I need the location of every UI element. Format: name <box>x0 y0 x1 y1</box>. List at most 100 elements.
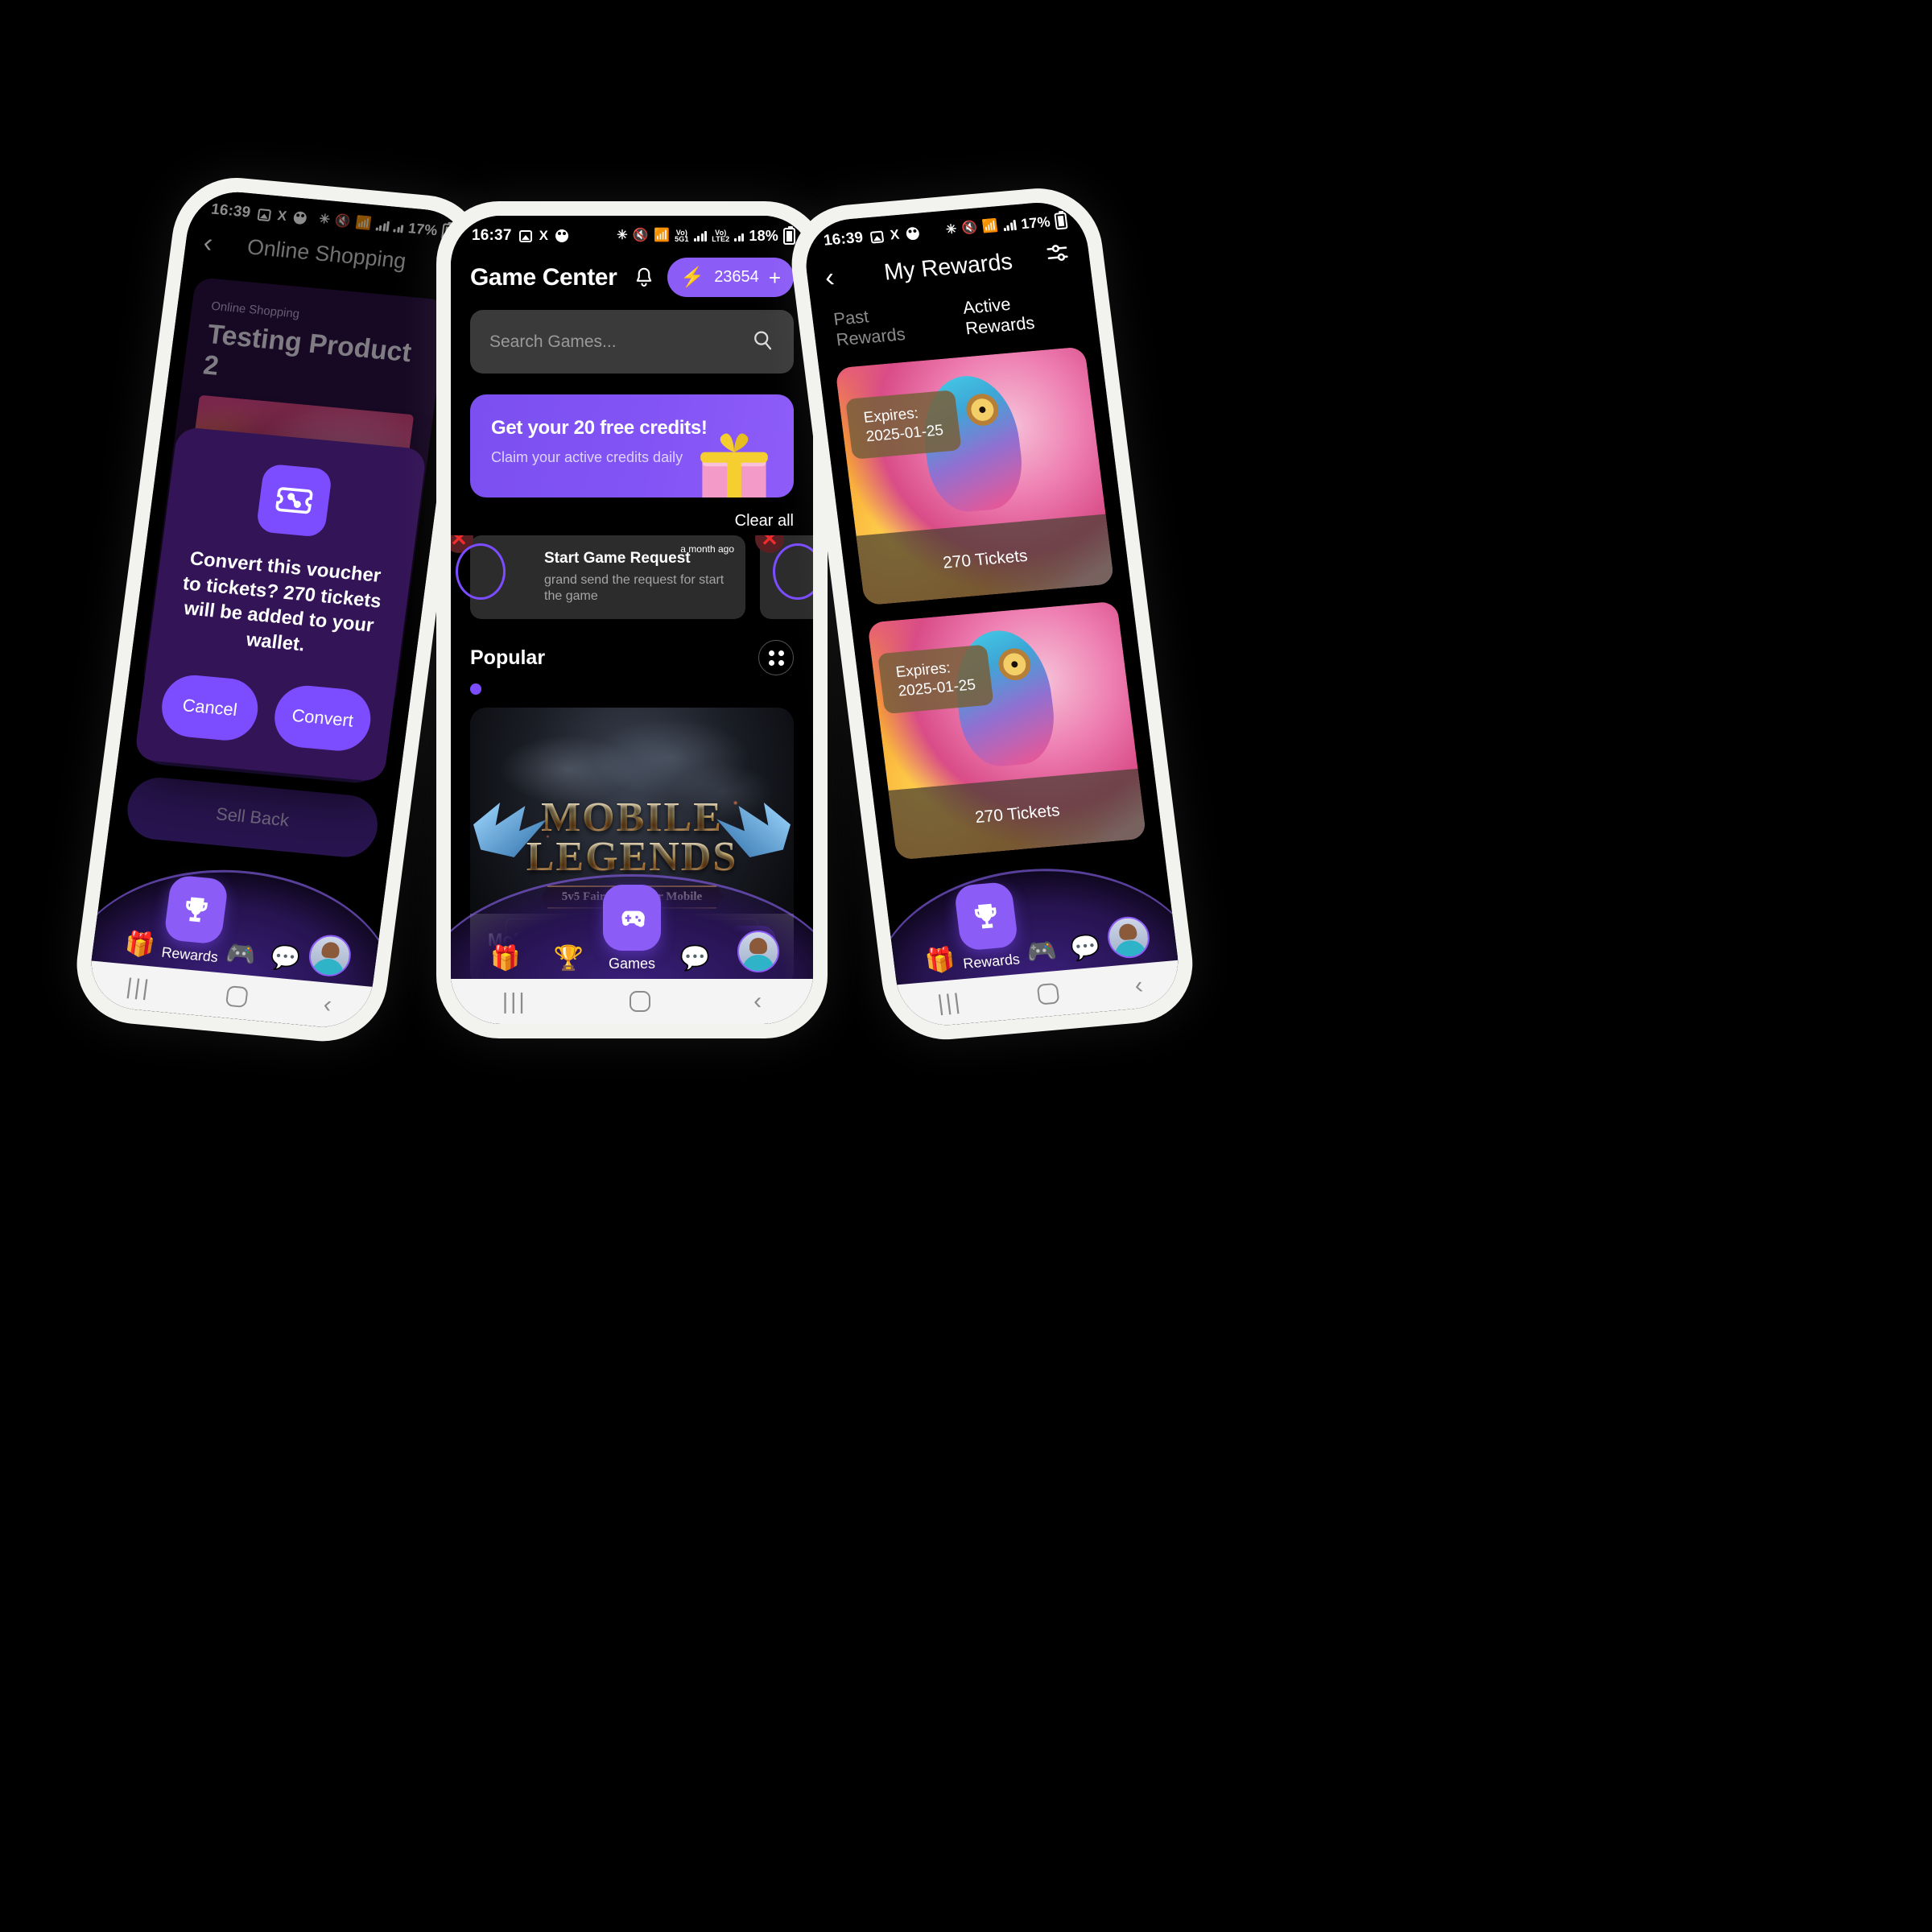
recents-button[interactable]: ||| <box>502 989 527 1014</box>
reward-card[interactable]: Expires: 2025-01-25 270 Tickets <box>867 601 1147 861</box>
android-back-button[interactable]: ‹ <box>1133 972 1145 1000</box>
gift-dollar-icon: 🎁 <box>123 930 157 960</box>
nav-item-chat[interactable]: 💬 <box>665 944 726 972</box>
sliders-icon[interactable] <box>1042 238 1073 267</box>
android-back-button[interactable]: ‹ <box>322 991 333 1018</box>
wifi-icon: 📶 <box>653 229 671 242</box>
mute-icon: 🔇 <box>960 221 979 236</box>
credits-pill[interactable]: ⚡ 23654 + <box>667 258 794 297</box>
screenshot-stage: 16:39 X ✳ 🔇 📶 17% ‹ Online Shopping Onli… <box>0 0 1932 1932</box>
notification-card-next[interactable]: ✕ <box>755 535 813 619</box>
cancel-button[interactable]: Cancel <box>158 672 262 743</box>
trophy-icon <box>952 881 1019 952</box>
nav-item-rewards[interactable]: 🏆 <box>539 944 600 972</box>
ticket-count: 270 Tickets <box>856 514 1115 606</box>
gamepad-icon <box>603 885 661 951</box>
credits-value: 23654 <box>714 268 759 286</box>
expiry-label: Expires: <box>894 659 952 681</box>
phone-left: 16:39 X ✳ 🔇 📶 17% ‹ Online Shopping Onli… <box>69 172 491 1047</box>
ticket-count: 270 Tickets <box>888 768 1147 861</box>
bluetooth-icon: ✳ <box>617 229 628 242</box>
phone-center: 16:37 X ✳ 🔇 📶 Vo) 5G1 Vo) LTE2 18% Game … <box>436 201 828 1038</box>
signal-bars-icon <box>1002 219 1018 232</box>
tab-past-rewards[interactable]: Past Rewards <box>832 301 937 351</box>
phone-right-screen: 16:39 X ✳ 🔇 📶 17% ‹ My Rewards Past Rewa… <box>800 198 1184 1030</box>
nav-label-rewards: Rewards <box>962 951 1021 972</box>
clear-all-button[interactable]: Clear all <box>735 512 794 530</box>
search-input[interactable] <box>489 332 718 352</box>
gamepad-icon: 🎮 <box>1025 937 1059 967</box>
volte-5g-icon: Vo) 5G1 <box>675 229 689 243</box>
tab-active-rewards[interactable]: Active Rewards <box>962 288 1078 339</box>
phone-right: 16:39 X ✳ 🔇 📶 17% ‹ My Rewards Past Rewa… <box>784 183 1200 1045</box>
app-header: Game Center ⚡ 23654 + <box>451 250 813 310</box>
avatar <box>1105 914 1153 960</box>
bluetooth-icon: ✳ <box>945 222 958 237</box>
phone-center-screen: 16:37 X ✳ 🔇 📶 Vo) 5G1 Vo) LTE2 18% Game … <box>451 216 813 1024</box>
android-back-button[interactable]: ‹ <box>753 988 762 1015</box>
cat-app-icon <box>555 229 569 242</box>
nav-item-wallet[interactable]: 🎁 <box>916 945 964 976</box>
phone-left-screen: 16:39 X ✳ 🔇 📶 17% ‹ Online Shopping Onli… <box>85 188 475 1031</box>
bottom-nav: 🎁 🏆 Games 💬 <box>451 866 813 987</box>
grid-icon[interactable] <box>758 640 794 675</box>
expiry-badge: Expires: 2025-01-25 <box>877 644 994 714</box>
trophy-icon <box>163 874 229 945</box>
nav-item-wallet[interactable]: 🎁 <box>475 944 536 972</box>
nav-item-games[interactable]: 🎮 <box>1018 936 1065 968</box>
image-icon <box>869 230 884 244</box>
chat-icon: 💬 <box>679 945 711 972</box>
carousel-indicator <box>470 683 481 695</box>
wifi-icon: 📶 <box>981 219 1000 234</box>
page-title: Game Center <box>470 263 617 291</box>
x-app-icon: X <box>889 226 901 243</box>
mute-icon: 🔇 <box>632 229 649 242</box>
cat-app-icon <box>906 226 920 241</box>
chat-icon: 💬 <box>268 943 302 973</box>
reward-card[interactable]: Expires: 2025-01-25 270 Tickets <box>835 346 1115 606</box>
avatar <box>773 543 813 600</box>
nav-item-rewards[interactable]: Rewards <box>952 881 1022 972</box>
nav-item-games[interactable]: Games <box>601 885 663 972</box>
plus-icon[interactable]: + <box>769 267 781 288</box>
gift-dollar-icon: 🎁 <box>923 946 957 976</box>
avatar <box>737 931 779 972</box>
status-time: 16:37 <box>472 227 512 244</box>
gamepad-icon: 🎮 <box>224 939 258 969</box>
home-button[interactable] <box>630 991 651 1012</box>
nav-item-chat[interactable]: 💬 <box>262 943 309 974</box>
battery-percent: 17% <box>1020 213 1051 232</box>
promo-banner[interactable]: Get your 20 free credits! Claim your act… <box>470 394 794 497</box>
search-bar[interactable] <box>470 310 794 374</box>
nav-label-games: Games <box>608 956 656 972</box>
bolt-icon: ⚡ <box>680 266 705 288</box>
signal-bars-2-icon <box>734 230 745 242</box>
home-button[interactable] <box>1037 982 1060 1005</box>
battery-icon <box>1054 212 1068 230</box>
gift-dollar-icon: 🎁 <box>490 945 521 972</box>
game-logo-line1: MOBILE <box>470 796 794 838</box>
trophy-icon: 🏆 <box>553 945 584 972</box>
expiry-label: Expires: <box>862 405 920 427</box>
nav-item-chat[interactable]: 💬 <box>1062 932 1109 964</box>
nav-item-wallet[interactable]: 🎁 <box>116 929 163 960</box>
search-icon[interactable] <box>750 328 774 356</box>
home-button[interactable] <box>225 985 250 1009</box>
nav-item-profile[interactable] <box>305 933 354 979</box>
nav-item-games[interactable]: 🎮 <box>217 939 265 970</box>
nav-item-profile[interactable] <box>1104 914 1154 960</box>
status-bar: 16:37 X ✳ 🔇 📶 Vo) 5G1 Vo) LTE2 18% <box>451 216 813 250</box>
avatar <box>307 933 354 979</box>
android-navigation-bar: ||| ‹ <box>451 979 813 1024</box>
battery-icon <box>783 225 795 245</box>
bell-icon[interactable] <box>632 264 656 291</box>
recents-button[interactable]: ||| <box>936 989 964 1016</box>
chat-icon: 💬 <box>1068 933 1102 963</box>
x-app-icon: X <box>539 228 549 243</box>
image-icon <box>518 229 532 242</box>
notification-card[interactable]: ✕ a month ago Start Game Request grand s… <box>451 535 745 619</box>
convert-button[interactable]: Convert <box>270 683 375 753</box>
nav-item-profile[interactable] <box>728 931 789 972</box>
battery-percent: 18% <box>749 227 778 244</box>
recents-button[interactable]: ||| <box>125 974 152 1001</box>
